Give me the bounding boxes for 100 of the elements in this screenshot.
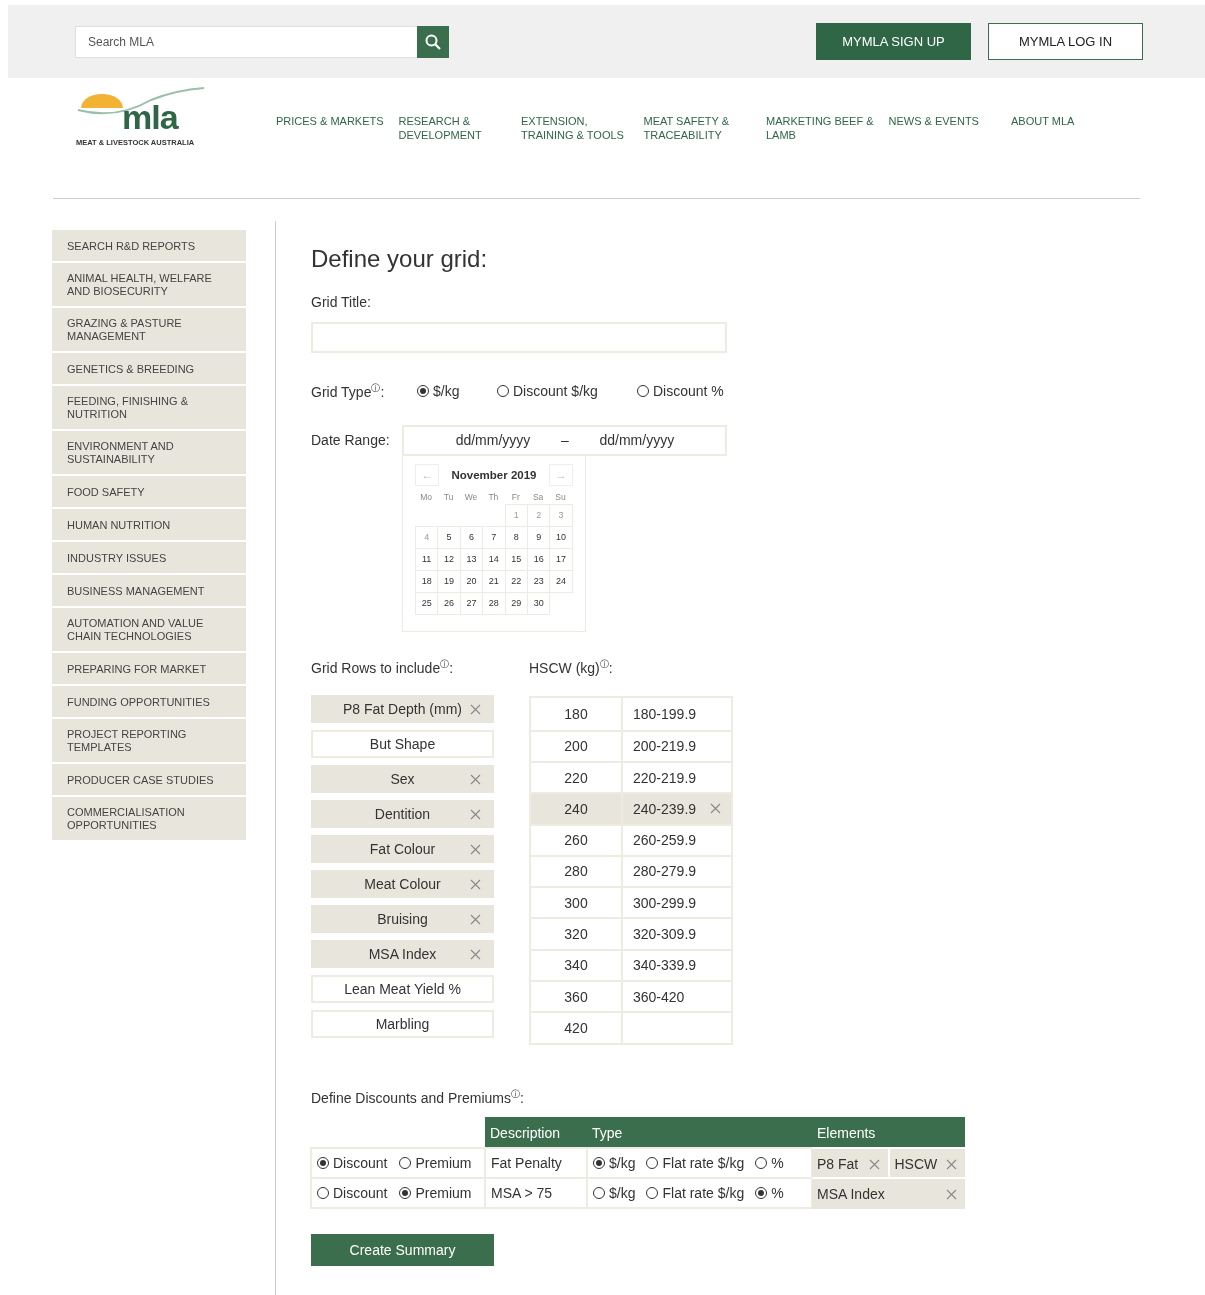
field-label: Date Range: — [311, 432, 391, 449]
grid-row-option[interactable]: Bruising — [311, 905, 494, 934]
sidebar-link[interactable]: GENETICS & BREEDING — [52, 353, 246, 384]
date-range-field[interactable]: dd/mm/yyyy – dd/mm/yyyy — [402, 424, 727, 456]
grid-row-option[interactable]: Meat Colour — [311, 870, 494, 899]
remove-icon[interactable] — [946, 1188, 957, 1200]
nav-link[interactable]: RESEARCH & DEVELOPMENT — [398, 114, 521, 142]
radio-option[interactable]: Flat rate $/kg — [646, 1185, 745, 1202]
column-header: Type — [587, 1117, 812, 1149]
radio-option[interactable]: $/kg — [593, 1155, 636, 1172]
hscw-row[interactable]: 220 220-219.9 — [531, 760, 731, 793]
sidebar-link[interactable]: INDUSTRY ISSUES — [52, 542, 246, 573]
weekday-label: Tu — [442, 491, 455, 502]
table-cell-text: 320-309.9 — [632, 925, 698, 945]
nav-link[interactable]: MARKETING BEEF & LAMB — [766, 114, 889, 142]
nav-link[interactable]: EXTENSION, TRAINING & TOOLS — [521, 114, 644, 142]
search-button[interactable] — [417, 25, 449, 58]
table-cell: 420 — [531, 1013, 623, 1043]
remove-icon[interactable] — [470, 879, 481, 891]
weekday-label: Fr — [510, 491, 521, 502]
remove-icon[interactable] — [470, 914, 481, 926]
grid-row-option[interactable]: MSA Index — [311, 940, 494, 969]
radio-option[interactable]: $/kg — [417, 382, 497, 399]
grid-title-field[interactable] — [311, 322, 727, 353]
radio-option[interactable]: % — [755, 1155, 784, 1172]
radio-option[interactable]: Premium — [399, 1155, 472, 1172]
remove-icon[interactable] — [470, 809, 481, 821]
sidebar-link[interactable]: PROJECT REPORTING TEMPLATES — [52, 719, 246, 762]
calendar-day[interactable]: 30 — [526, 591, 551, 615]
table-cell-text: 300-299.9 — [632, 893, 698, 913]
nav-link[interactable]: NEWS & EVENTS — [888, 114, 1011, 128]
nav-link[interactable]: MEAT SAFETY & TRACEABILITY — [643, 114, 766, 142]
create-summary-button[interactable]: Create Summary — [311, 1234, 494, 1267]
table-cell-text: 340-339.9 — [632, 956, 698, 976]
weekday-label: Th — [487, 491, 500, 502]
sidebar-link[interactable]: GRAZING & PASTURE MANAGEMENT — [52, 308, 246, 351]
grid-row-option[interactable]: But Shape — [311, 730, 494, 759]
remove-icon[interactable] — [470, 949, 481, 961]
sidebar-link[interactable]: HUMAN NUTRITION — [52, 509, 246, 540]
radio-option[interactable]: Discount % — [637, 382, 757, 399]
sidebar-link[interactable]: ANIMAL HEALTH, WELFARE AND BIOSECURITY — [52, 263, 246, 306]
table-cell: MSA > 75 — [491, 1185, 553, 1202]
grid-row-option[interactable]: Lean Meat Yield % — [311, 975, 494, 1004]
field-label: Grid Rows to include$^{ⓘ}$: — [311, 657, 455, 676]
sign-up-button[interactable]: MYMLA SIGN UP — [816, 23, 971, 60]
nav-link[interactable]: ABOUT MLA — [1011, 114, 1134, 128]
radio-option[interactable]: Premium — [399, 1185, 472, 1202]
calendar-day[interactable]: 25 — [415, 591, 439, 615]
table-cell-text: 220-219.9 — [632, 768, 698, 788]
hscw-row[interactable]: 320 320-309.9 — [531, 917, 731, 949]
sidebar-link[interactable]: BUSINESS MANAGEMENT — [52, 575, 246, 606]
element-chip[interactable]: MSA Index — [812, 1179, 965, 1210]
hscw-row[interactable]: 420 — [531, 1011, 731, 1043]
radio-option[interactable]: Discount $/kg — [497, 382, 637, 399]
radio-option[interactable]: % — [755, 1185, 784, 1202]
sidebar-link[interactable]: AUTOMATION AND VALUE CHAIN TECHNOLOGIES — [52, 608, 246, 651]
sidebar-link[interactable]: ENVIRONMENT AND SUSTAINABILITY — [52, 431, 246, 474]
sidebar-link[interactable]: SEARCH R&D REPORTS — [52, 230, 246, 261]
log-in-button[interactable]: MYMLA LOG IN — [988, 23, 1143, 60]
grid-row-option[interactable]: P8 Fat Depth (mm) — [311, 695, 494, 724]
remove-icon[interactable] — [470, 704, 481, 716]
hscw-row[interactable]: 200 200-219.9 — [531, 729, 731, 761]
field-label: Define Discounts and Premiums$^{ⓘ}$: — [311, 1087, 525, 1106]
remove-icon[interactable] — [470, 844, 481, 856]
radio-option[interactable]: $/kg — [593, 1185, 636, 1202]
hscw-row[interactable]: 360 360-420 — [531, 980, 731, 1012]
radio-option[interactable]: Flat rate $/kg — [646, 1155, 745, 1172]
hscw-row[interactable]: 300 300-299.9 — [531, 886, 731, 918]
weekday-label: Mo — [419, 491, 434, 502]
remove-icon[interactable] — [710, 803, 721, 815]
weekday-label: We — [463, 491, 479, 502]
grid-row-option[interactable]: Fat Colour — [311, 835, 494, 864]
sidebar-link[interactable]: PRODUCER CASE STUDIES — [52, 764, 246, 795]
grid-row-option[interactable]: Sex — [311, 765, 494, 794]
radio-option[interactable]: Discount — [317, 1155, 388, 1172]
sidebar-link[interactable]: FOOD SAFETY — [52, 476, 246, 507]
nav-link[interactable]: PRICES & MARKETS — [276, 114, 399, 128]
grid-row-option[interactable]: Dentition — [311, 800, 494, 829]
grid-row-option[interactable]: Marbling — [311, 1010, 494, 1039]
table-cell-text: 280-279.9 — [632, 862, 698, 882]
element-chip[interactable]: HSCW — [889, 1149, 965, 1180]
remove-icon[interactable] — [868, 1158, 880, 1170]
field-label: Grid Title: — [311, 294, 372, 310]
remove-icon[interactable] — [946, 1158, 957, 1170]
hscw-row[interactable]: 340 340-339.9 — [531, 948, 731, 980]
sidebar-link[interactable]: COMMERCIALISATION OPPORTUNITIES — [52, 797, 246, 840]
element-chip[interactable]: P8 Fat — [812, 1149, 888, 1180]
radio-option[interactable]: Discount — [317, 1185, 388, 1202]
table-cell-text: 260-259.9 — [632, 831, 698, 851]
hscw-row[interactable]: 240 240-239.9 — [531, 792, 731, 824]
sidebar-link[interactable]: FUNDING OPPORTUNITIES — [52, 686, 246, 717]
remove-icon[interactable] — [470, 774, 481, 786]
sidebar-link[interactable]: FEEDING, FINISHING & NUTRITION — [52, 386, 246, 429]
calendar-day[interactable]: 24 — [549, 569, 573, 593]
table-cell-text: 240-239.9 — [633, 800, 698, 817]
calendar-month: November 2019 — [451, 468, 537, 481]
sidebar-link[interactable]: PREPARING FOR MARKET — [52, 653, 246, 684]
search-field[interactable]: Search MLA — [75, 25, 417, 58]
hscw-row[interactable]: 260 260-259.9 — [531, 823, 731, 855]
hscw-row[interactable]: 280 280-279.9 — [531, 854, 731, 887]
